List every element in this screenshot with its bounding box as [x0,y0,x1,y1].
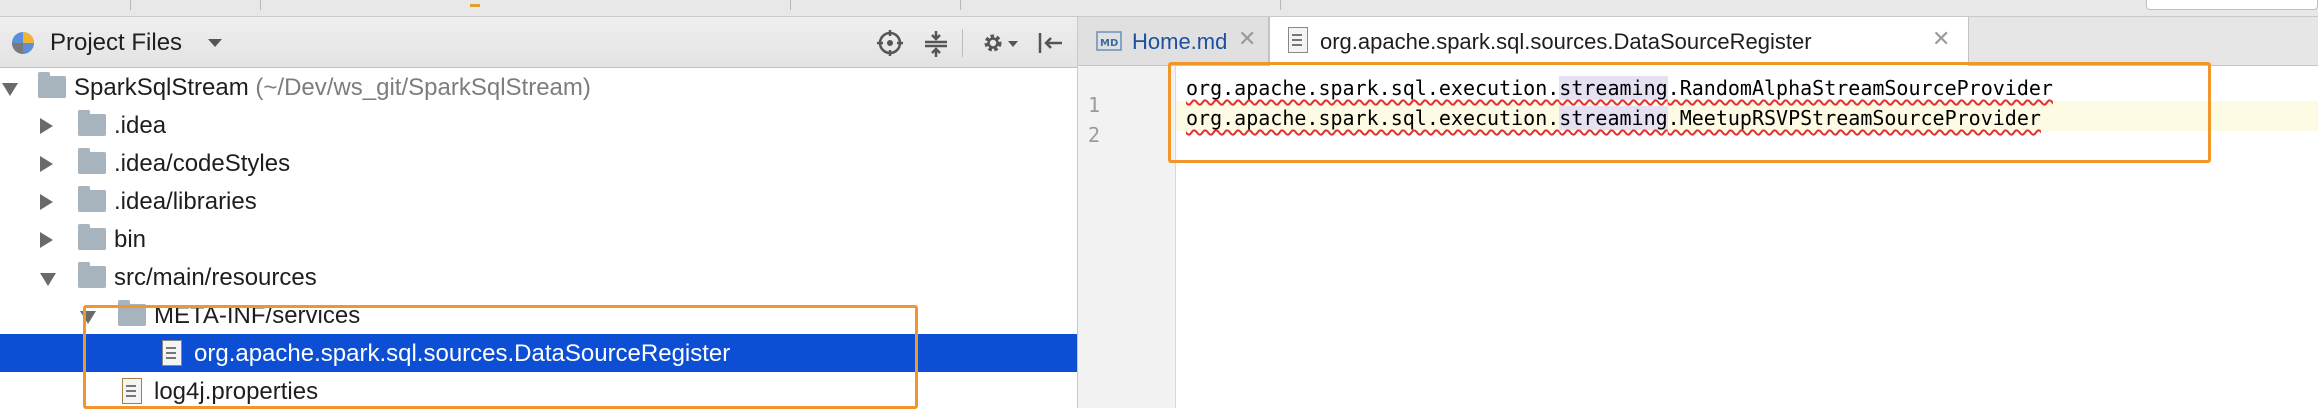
top-divider [960,0,961,10]
editor-tab-bar: MD Home.md ✕ org.apache.spark.sql.source… [1078,17,2318,66]
line-number: 2 [1088,123,1101,147]
markdown-icon: MD [1096,31,1122,51]
top-marker [470,4,480,7]
highlight-box [83,305,918,409]
tree-item-label: .idea/libraries [114,188,257,215]
gear-icon[interactable] [980,29,1008,57]
header-separator [962,29,963,57]
root-path: (~/Dev/ws_git/SparkSqlStream) [255,74,591,101]
folder-icon [78,262,106,288]
file-icon [1288,27,1308,53]
collapse-arrow-icon[interactable] [40,232,53,248]
line-number: 1 [1088,93,1101,117]
project-view-icon[interactable] [10,30,36,56]
tree-root[interactable]: SparkSqlStream (~/Dev/ws_git/SparkSqlStr… [0,68,1077,106]
project-panel-header: Project Files [0,17,1077,68]
tree-item-idea-libraries[interactable]: .idea/libraries [0,182,1077,220]
collapse-arrow-icon[interactable] [40,156,53,172]
top-right-field[interactable] [2146,0,2318,10]
project-panel: Project Files SparkSqlStream (~/Dev/ws_g… [0,17,1078,409]
window-top-strip [0,0,2318,17]
folder-icon [78,224,106,250]
collapse-arrow-icon[interactable] [40,118,53,134]
tree-item-src-main-resources[interactable]: src/main/resources [0,258,1077,296]
root-name: SparkSqlStream [74,74,249,101]
expand-arrow-icon[interactable] [2,83,18,96]
tab-label: org.apache.spark.sql.sources.DataSourceR… [1320,29,1812,54]
folder-icon [78,110,106,136]
close-icon[interactable]: ✕ [1932,26,1950,52]
top-divider [1280,0,1281,10]
tree-item-bin[interactable]: bin [0,220,1077,258]
top-divider [790,0,791,10]
tree-item-label: .idea/codeStyles [114,150,291,177]
tree-item-label: src/main/resources [114,264,317,291]
tree-item-idea[interactable]: .idea [0,106,1077,144]
tree-item-label: bin [114,226,147,253]
tree-item-label: .idea [114,112,167,139]
top-divider [260,0,261,10]
highlight-box [1168,62,2211,163]
collapse-icon[interactable] [922,29,950,57]
folder-icon [38,72,66,98]
close-icon[interactable]: ✕ [1238,26,1256,52]
svg-text:MD: MD [1100,38,1118,49]
panel-title[interactable]: Project Files [50,29,182,57]
folder-icon [78,148,106,174]
tab-home-md[interactable]: MD Home.md ✕ [1078,17,1269,65]
gear-dropdown-icon[interactable] [1008,41,1018,47]
folder-icon [78,186,106,212]
collapse-arrow-icon[interactable] [40,194,53,210]
hide-panel-icon[interactable] [1036,29,1064,57]
chevron-down-icon[interactable] [208,39,222,47]
target-icon[interactable] [876,29,904,57]
top-divider [130,0,131,10]
line-gutter: 1 2 [1078,66,1176,408]
tab-label: Home.md [1132,29,1228,54]
expand-arrow-icon[interactable] [40,273,56,286]
tree-item-idea-codestyles[interactable]: .idea/codeStyles [0,144,1077,182]
tab-datasourceregister[interactable]: org.apache.spark.sql.sources.DataSourceR… [1269,17,1969,66]
